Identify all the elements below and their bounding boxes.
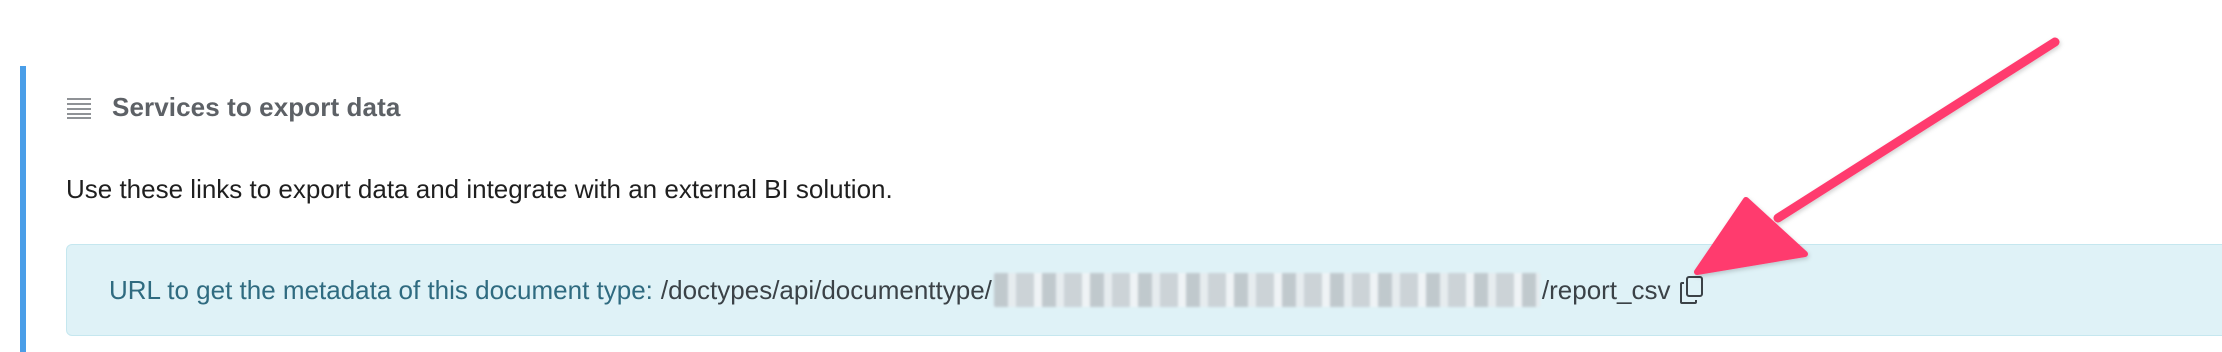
metadata-url-info-box: URL to get the metadata of this document… <box>66 244 2222 336</box>
metadata-url-line: URL to get the metadata of this document… <box>109 273 1705 307</box>
copy-icon[interactable] <box>1679 275 1705 305</box>
section-title: Services to export data <box>112 92 401 122</box>
hamburger-icon <box>67 97 91 119</box>
metadata-url-label: URL to get the metadata of this document… <box>109 274 653 305</box>
export-services-section: Services to export data Use these links … <box>20 66 2222 352</box>
section-header: Services to export data <box>66 92 400 123</box>
section-description: Use these links to export data and integ… <box>66 174 893 204</box>
page: Services to export data Use these links … <box>0 0 2222 352</box>
metadata-url-path-prefix[interactable]: /doctypes/api/documenttype/ <box>661 275 992 306</box>
redacted-document-id <box>993 273 1540 307</box>
metadata-url-path-suffix[interactable]: /report_csv <box>1542 275 1671 306</box>
